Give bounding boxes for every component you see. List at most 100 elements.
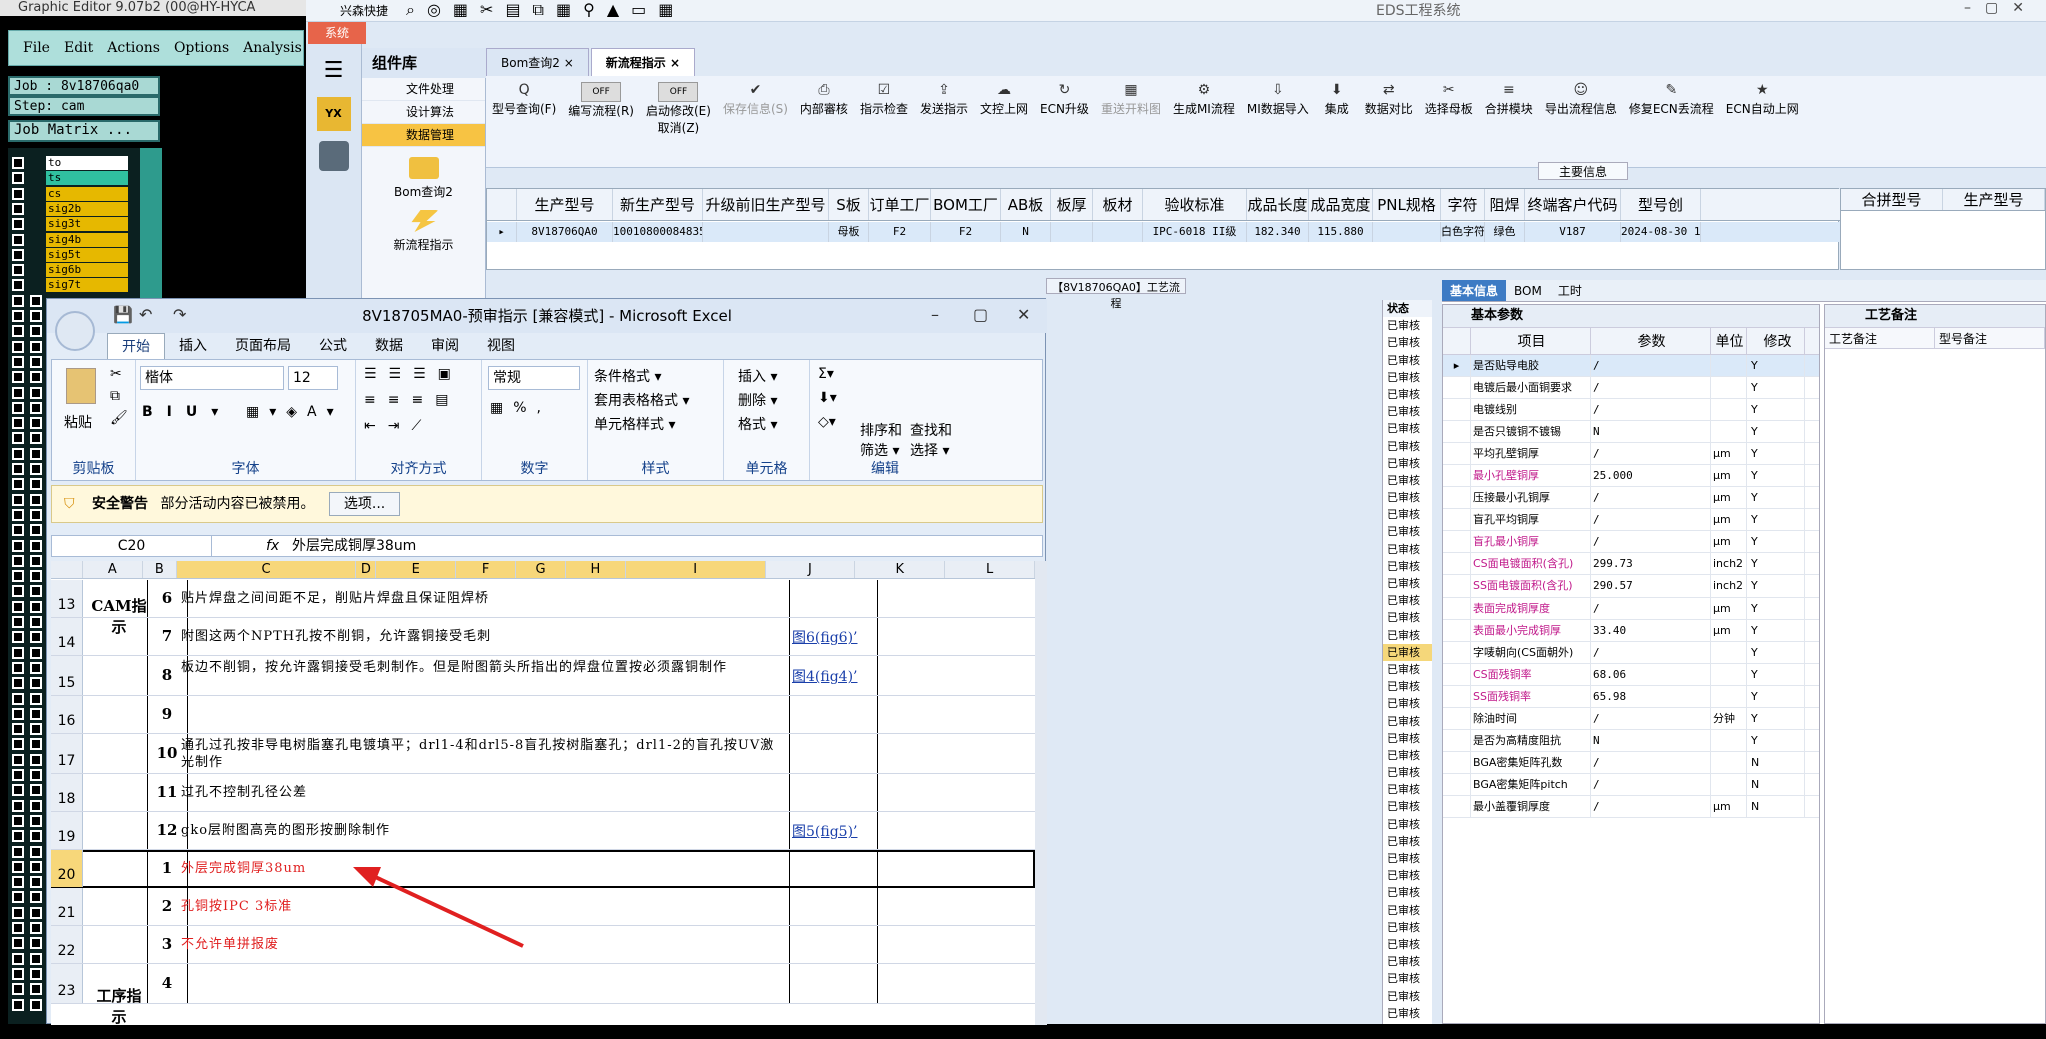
sheet-vertical-scrollbar[interactable] bbox=[1035, 561, 1047, 1025]
layer-checkbox[interactable] bbox=[12, 998, 24, 1011]
status-cell[interactable]: 已审核 bbox=[1383, 592, 1432, 609]
ribbon-button-8[interactable]: ↻ ECN升级 bbox=[1034, 76, 1095, 167]
param-row[interactable]: CS面电镀面积(含孔) 299.73 inch2 Y bbox=[1443, 553, 1819, 576]
param-modify[interactable]: Y bbox=[1747, 619, 1805, 641]
layer-checkbox[interactable] bbox=[30, 600, 42, 613]
layer-checkbox[interactable] bbox=[12, 325, 24, 338]
layer-checkbox[interactable] bbox=[30, 723, 42, 736]
param-row[interactable]: SS面残铜率 65.98 Y bbox=[1443, 685, 1819, 708]
layer-name[interactable]: sig2b bbox=[46, 201, 128, 216]
param-value[interactable]: / bbox=[1591, 597, 1711, 619]
main-col-header[interactable]: 成品长度 bbox=[1247, 189, 1309, 220]
cell-style-button[interactable]: 单元格样式 ▾ bbox=[594, 414, 675, 434]
param-modify[interactable]: N bbox=[1747, 795, 1805, 817]
layer-checkbox[interactable] bbox=[30, 707, 42, 720]
minimize-icon[interactable]: – bbox=[931, 305, 939, 324]
param-modify[interactable]: Y bbox=[1747, 707, 1805, 729]
param-modify[interactable]: Y bbox=[1747, 509, 1805, 531]
layer-checkbox[interactable] bbox=[30, 554, 42, 567]
ribbon-button-7[interactable]: ☁ 文控上网 bbox=[974, 76, 1034, 167]
layer-checkbox[interactable] bbox=[12, 371, 24, 384]
job-matrix-button[interactable]: Job Matrix ... bbox=[8, 120, 160, 142]
layer-row[interactable]: sig5t bbox=[8, 247, 158, 263]
layer-checkbox[interactable] bbox=[12, 447, 24, 460]
param-row[interactable]: 表面最小完成铜厚 33.40 μm Y bbox=[1443, 619, 1819, 642]
ribbon-button-10[interactable]: ⚙ 生成MI流程 bbox=[1167, 76, 1241, 167]
param-modify[interactable]: Y bbox=[1747, 575, 1805, 597]
status-cell[interactable]: 已审核 bbox=[1383, 867, 1432, 884]
figure-link[interactable]: 图4(fig4)’ bbox=[792, 666, 858, 686]
main-col-header[interactable]: 终端客户代码 bbox=[1525, 189, 1621, 220]
layer-checkbox[interactable] bbox=[30, 830, 42, 843]
layer-checkbox[interactable] bbox=[12, 830, 24, 843]
param-modify[interactable]: Y bbox=[1747, 531, 1805, 553]
param-value[interactable]: / bbox=[1591, 795, 1711, 817]
layer-checkbox[interactable] bbox=[12, 294, 24, 307]
layer-checkbox[interactable] bbox=[12, 814, 24, 827]
param-row[interactable]: BGA密集矩阵孔数 / N bbox=[1443, 751, 1819, 774]
param-modify[interactable]: Y bbox=[1747, 597, 1805, 619]
format-cells-button[interactable]: 格式 ▾ bbox=[738, 414, 777, 434]
layer-checkbox[interactable] bbox=[12, 432, 24, 445]
main-cell[interactable]: N bbox=[1001, 222, 1051, 242]
status-cell[interactable]: 已审核 bbox=[1383, 643, 1432, 661]
status-cell[interactable]: 已审核 bbox=[1383, 816, 1432, 833]
ribbon-button-4[interactable]: ⎙ 内部審核 bbox=[794, 76, 854, 167]
number-format-field[interactable]: 常规 bbox=[488, 366, 580, 390]
param-value[interactable]: / bbox=[1591, 773, 1711, 795]
param-modify[interactable]: Y bbox=[1747, 377, 1805, 399]
param-modify[interactable]: Y bbox=[1747, 421, 1805, 443]
status-cell[interactable]: 已审核 bbox=[1383, 352, 1432, 369]
layer-checkbox[interactable] bbox=[30, 814, 42, 827]
layer-checkbox[interactable] bbox=[12, 600, 24, 613]
layer-checkbox[interactable] bbox=[12, 172, 24, 185]
layer-checkbox[interactable] bbox=[12, 202, 24, 215]
font-name-field[interactable]: 楷体 bbox=[140, 366, 284, 390]
param-value[interactable]: N bbox=[1591, 729, 1711, 751]
param-row[interactable]: 压接最小孔铜厚 / μm Y bbox=[1443, 487, 1819, 510]
name-box[interactable]: C20 bbox=[52, 536, 212, 556]
ribbon-button-6[interactable]: ⇪ 发送指示 bbox=[914, 76, 974, 167]
close-icon[interactable]: ✕ bbox=[1017, 305, 1030, 324]
layer-row[interactable]: cs bbox=[8, 186, 158, 202]
main-cell[interactable] bbox=[1051, 222, 1093, 242]
param-modify[interactable]: Y bbox=[1747, 399, 1805, 421]
layer-checkbox[interactable] bbox=[12, 677, 24, 690]
ge-menu-edit[interactable]: Edit bbox=[64, 40, 93, 56]
lib-item-design[interactable]: 设计算法 bbox=[362, 101, 485, 124]
table-row[interactable]: 15 8 板边不削铜，按允许露铜接受毛刺制作。但是附图箭头所指出的焊盘位置按必须露铜… bbox=[51, 656, 1035, 696]
row-number[interactable]: 22 bbox=[51, 926, 83, 963]
param-value[interactable]: 68.06 bbox=[1591, 663, 1711, 685]
copy-icon[interactable]: ⧉ bbox=[110, 388, 120, 404]
ge-menu-analysis[interactable]: Analysis bbox=[243, 40, 302, 56]
ribbon-button-18[interactable]: ★ ECN自动上网 bbox=[1720, 76, 1805, 167]
layer-row[interactable]: sig7t bbox=[8, 278, 158, 293]
tab-bom[interactable]: BOM bbox=[1506, 280, 1550, 301]
excel-tab-6[interactable]: 视图 bbox=[473, 333, 529, 359]
excel-tab-3[interactable]: 公式 bbox=[305, 333, 361, 359]
ribbon-button-16[interactable]: ☺ 导出流程信息 bbox=[1539, 76, 1623, 167]
layer-name[interactable]: sig5t bbox=[46, 247, 128, 262]
status-cell[interactable]: 已审核 bbox=[1383, 334, 1432, 351]
layer-checkbox[interactable] bbox=[12, 707, 24, 720]
layer-checkbox[interactable] bbox=[30, 692, 42, 705]
layer-checkbox[interactable] bbox=[30, 616, 42, 628]
column-header[interactable]: L bbox=[945, 561, 1035, 578]
param-modify[interactable]: Y bbox=[1747, 663, 1805, 685]
layer-checkbox[interactable] bbox=[12, 967, 24, 980]
param-value[interactable]: / bbox=[1591, 641, 1711, 663]
status-cell[interactable]: 已审核 bbox=[1383, 884, 1432, 901]
layer-checkbox[interactable] bbox=[12, 218, 24, 231]
layer-checkbox[interactable] bbox=[12, 661, 24, 674]
instruction-text[interactable]: 板边不削铜，按允许露铜接受毛刺制作。但是附图箭头所指出的焊盘位置按必须露铜制作 bbox=[181, 659, 781, 676]
status-cell[interactable]: 已审核 bbox=[1383, 764, 1432, 781]
param-row[interactable]: 除油时间 / 分钟 Y bbox=[1443, 707, 1819, 730]
param-modify[interactable]: N bbox=[1747, 751, 1805, 773]
status-cell[interactable]: 已审核 bbox=[1383, 609, 1432, 626]
main-cell[interactable]: F2 bbox=[869, 222, 931, 242]
layer-row[interactable]: sig2b bbox=[8, 201, 158, 217]
figure-link[interactable]: 图5(fig5)’ bbox=[792, 821, 858, 841]
column-header[interactable]: D bbox=[356, 561, 377, 578]
param-row[interactable]: 是否只镀铜不镀锡 N Y bbox=[1443, 421, 1819, 444]
figure-link[interactable]: 图6(fig6)’ bbox=[792, 627, 858, 647]
